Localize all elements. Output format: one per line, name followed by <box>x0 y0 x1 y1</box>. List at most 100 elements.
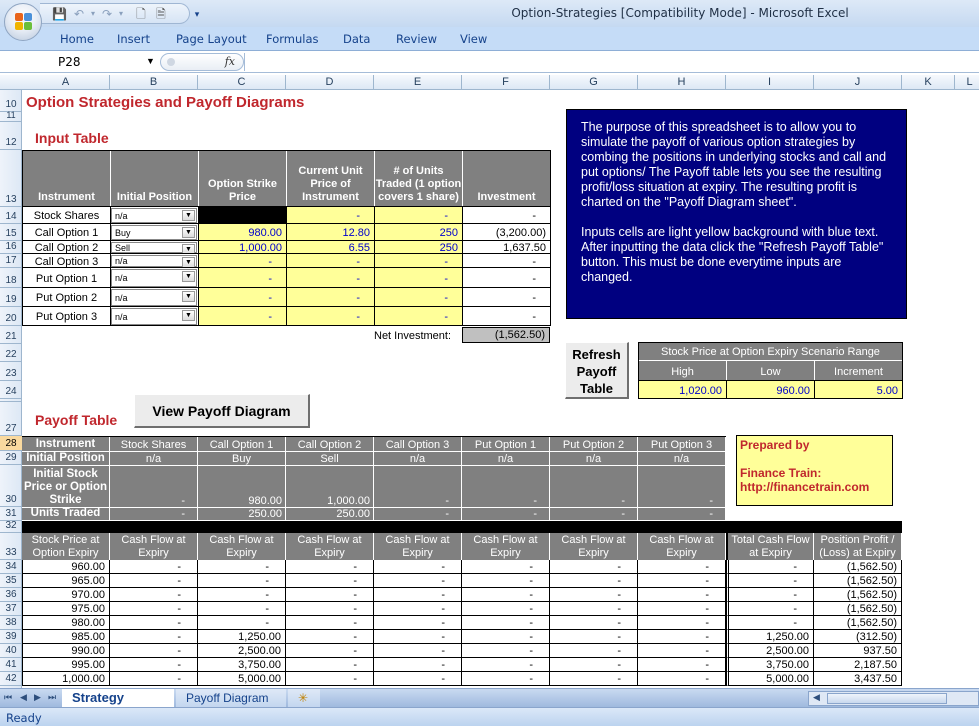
strike-input[interactable]: - <box>199 254 287 268</box>
chevron-down-icon[interactable]: ▼ <box>182 257 195 267</box>
tab-data[interactable]: Data <box>343 32 370 46</box>
scroll-left-icon[interactable]: ◀ <box>813 692 820 703</box>
strike-input[interactable]: 1,000.00 <box>199 241 287 254</box>
row-header[interactable]: 42 <box>0 672 22 686</box>
row-header[interactable]: 33 <box>0 533 22 560</box>
last-sheet-icon[interactable]: ⏭ <box>48 692 56 703</box>
resize-handle-icon[interactable] <box>167 58 175 66</box>
name-box[interactable]: P28 ▼ <box>0 53 160 71</box>
row-header[interactable]: 13 <box>0 150 22 207</box>
row-header[interactable]: 16 <box>0 241 22 254</box>
row-header[interactable]: 22 <box>0 344 22 362</box>
column-header-h[interactable]: H <box>638 75 726 90</box>
units-input[interactable]: - <box>375 288 463 307</box>
position-dropdown[interactable]: n/a ▼ <box>111 289 197 306</box>
column-header-j[interactable]: J <box>814 75 902 90</box>
column-header-a[interactable]: A <box>22 75 110 90</box>
position-dropdown[interactable]: n/a ▼ <box>111 255 197 267</box>
column-header-d[interactable]: D <box>286 75 374 90</box>
row-header[interactable]: 35 <box>0 574 22 588</box>
row-header[interactable]: 15 <box>0 224 22 241</box>
units-input[interactable]: - <box>375 307 463 326</box>
column-header-b[interactable]: B <box>110 75 198 90</box>
first-sheet-icon[interactable]: ⏮ <box>4 692 12 703</box>
column-header-c[interactable]: C <box>198 75 286 90</box>
row-header[interactable]: 19 <box>0 288 22 307</box>
strike-input[interactable]: - <box>199 288 287 307</box>
units-input[interactable]: 250 <box>375 224 463 241</box>
scenario-low-input[interactable]: 960.00 <box>727 380 815 398</box>
row-header[interactable]: 32 <box>0 520 22 533</box>
column-header-g[interactable]: G <box>550 75 638 90</box>
column-header-i[interactable]: I <box>726 75 814 90</box>
row-header[interactable]: 41 <box>0 658 22 672</box>
chevron-down-icon[interactable]: ▼ <box>182 291 195 302</box>
column-header-k[interactable]: K <box>902 75 955 90</box>
redo-icon[interactable]: ↷ <box>100 7 114 21</box>
row-header[interactable]: 38 <box>0 616 22 630</box>
column-header-l[interactable]: L <box>955 75 979 90</box>
strike-input[interactable]: - <box>199 307 287 326</box>
row-header[interactable]: 31 <box>0 507 22 521</box>
column-header-e[interactable]: E <box>374 75 462 90</box>
price-input[interactable]: - <box>287 207 375 224</box>
customize-qat-icon[interactable]: ▾ <box>190 7 204 21</box>
tab-page-layout[interactable]: Page Layout <box>176 32 247 46</box>
row-header[interactable]: 11 <box>0 110 22 122</box>
view-payoff-diagram-button[interactable]: View Payoff Diagram <box>134 394 310 428</box>
print-preview-icon[interactable]: 🗎 <box>154 7 168 21</box>
row-header[interactable]: 14 <box>0 207 22 224</box>
chevron-down-icon[interactable]: ▼ <box>182 227 195 238</box>
position-dropdown[interactable]: n/a ▼ <box>111 208 197 223</box>
price-input[interactable]: 6.55 <box>287 241 375 254</box>
insert-function-icon[interactable]: fx <box>225 55 235 68</box>
strike-input[interactable]: - <box>199 268 287 288</box>
tab-formulas[interactable]: Formulas <box>266 32 319 46</box>
chevron-down-icon[interactable]: ▼ <box>146 56 155 66</box>
row-header[interactable]: 20 <box>0 307 22 326</box>
undo-icon[interactable]: ↶ <box>72 7 86 21</box>
insert-sheet-button[interactable]: ✳ <box>288 689 320 707</box>
row-header[interactable]: 29 <box>0 451 22 465</box>
row-header[interactable]: 36 <box>0 588 22 602</box>
row-header[interactable]: 27 <box>0 402 22 436</box>
row-header[interactable]: 23 <box>0 362 22 381</box>
scrollbar-thumb[interactable] <box>827 693 947 704</box>
position-dropdown[interactable]: Sell ▼ <box>111 242 197 253</box>
price-input[interactable]: - <box>287 288 375 307</box>
units-input[interactable]: - <box>375 254 463 268</box>
prev-sheet-icon[interactable]: ◀ <box>20 692 27 703</box>
row-header[interactable]: 40 <box>0 644 22 658</box>
refresh-payoff-table-button[interactable]: Refresh Payoff Table <box>565 342 629 399</box>
tab-review[interactable]: Review <box>396 32 437 46</box>
redo-dropdown-icon[interactable]: ▾ <box>114 7 128 21</box>
horizontal-scrollbar[interactable]: ◀ <box>808 691 979 706</box>
row-header[interactable]: 39 <box>0 630 22 644</box>
chevron-down-icon[interactable]: ▼ <box>182 244 195 253</box>
price-input[interactable]: 12.80 <box>287 224 375 241</box>
row-header[interactable]: 24 <box>0 381 22 399</box>
strike-input[interactable]: 980.00 <box>199 224 287 241</box>
row-header[interactable]: 17 <box>0 254 22 268</box>
row-header[interactable]: 37 <box>0 602 22 616</box>
sheet-tab-strategy-inputs[interactable]: Strategy inputs <box>62 689 174 723</box>
position-dropdown[interactable]: n/a ▼ <box>111 308 197 325</box>
scenario-high-input[interactable]: 1,020.00 <box>639 380 727 398</box>
price-input[interactable]: - <box>287 268 375 288</box>
row-header[interactable]: 30 <box>0 465 22 507</box>
tab-view[interactable]: View <box>460 32 487 46</box>
row-header[interactable]: 18 <box>0 268 22 288</box>
new-document-icon[interactable]: 🗋 <box>134 7 148 21</box>
row-header[interactable]: 21 <box>0 326 22 344</box>
price-input[interactable]: - <box>287 307 375 326</box>
position-dropdown[interactable]: Buy ▼ <box>111 225 197 240</box>
chevron-down-icon[interactable]: ▼ <box>182 271 195 282</box>
position-dropdown[interactable]: n/a ▼ <box>111 269 197 287</box>
formula-input[interactable] <box>244 53 979 71</box>
tab-home[interactable]: Home <box>60 32 94 46</box>
scenario-increment-input[interactable]: 5.00 <box>815 380 902 398</box>
row-header[interactable]: 34 <box>0 560 22 574</box>
units-input[interactable]: - <box>375 207 463 224</box>
chevron-down-icon[interactable]: ▼ <box>182 210 195 221</box>
undo-dropdown-icon[interactable]: ▾ <box>86 7 100 21</box>
